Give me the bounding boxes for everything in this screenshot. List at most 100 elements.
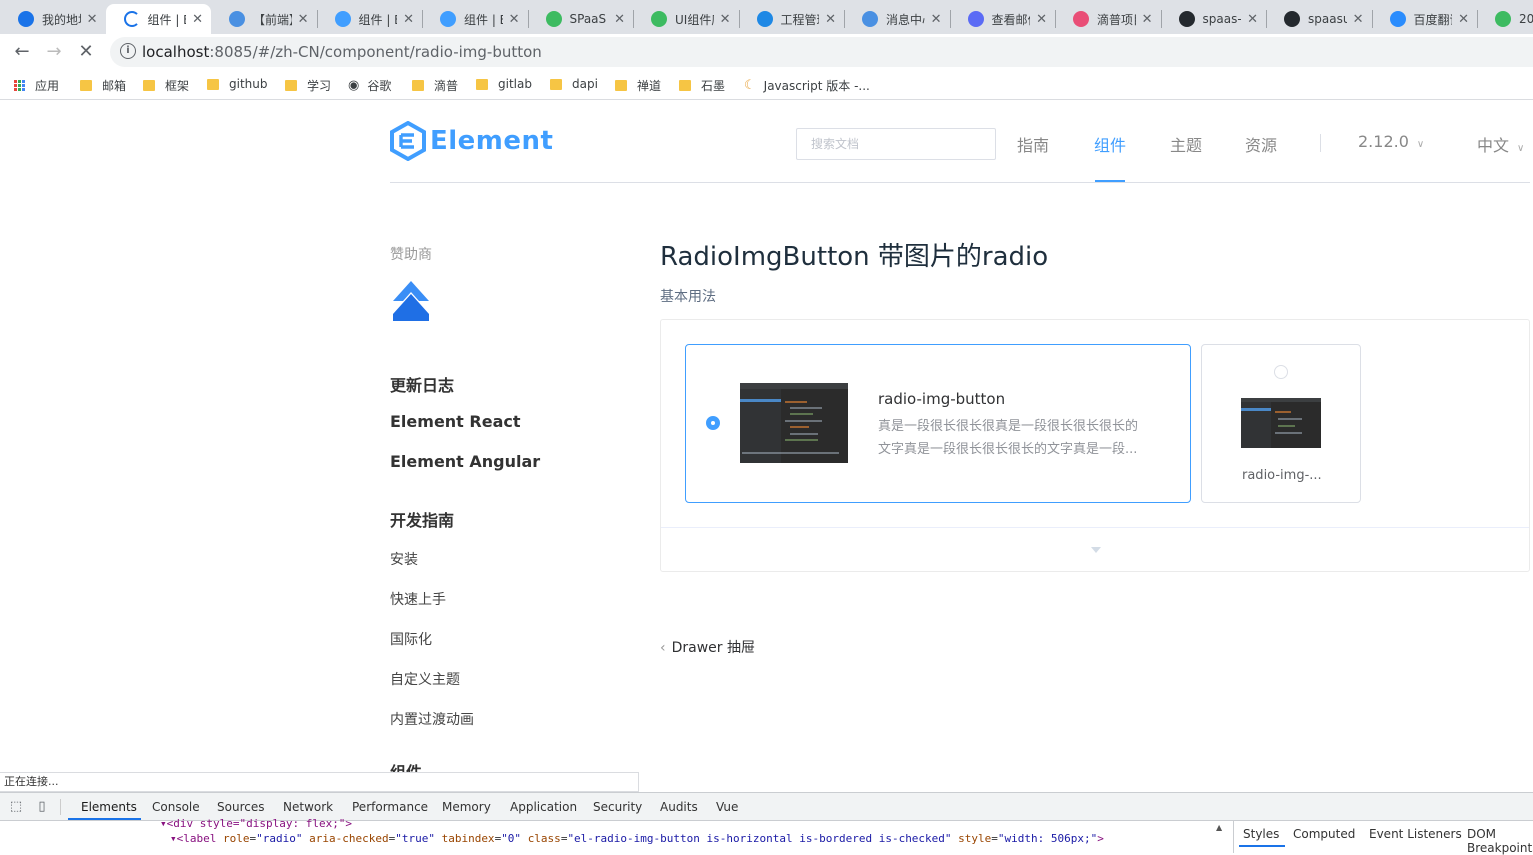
dom-line-div[interactable]: ▾<div style="display: flex;"> (160, 817, 352, 830)
address-bar[interactable]: i localhost:8085/#/zh-CN/component/radio… (110, 37, 1533, 67)
bookmark-label: 谷歌 (367, 79, 392, 93)
browser-tab[interactable]: 组件 | Element ✕ (317, 4, 423, 34)
browser-tab[interactable]: 组件 | Element ✕ (105, 4, 211, 34)
styles-pane-tab[interactable]: Computed (1293, 827, 1355, 841)
tab-favicon-icon (18, 11, 34, 27)
site-info-icon[interactable]: i (120, 43, 136, 59)
devtools-tab-application[interactable]: Application (510, 800, 577, 814)
styles-pane-tab[interactable]: DOM Breakpoints (1467, 827, 1533, 855)
styles-pane-tab[interactable]: Event Listeners (1369, 827, 1462, 841)
browser-tab[interactable]: 20 (1477, 4, 1533, 34)
tab-close-icon[interactable]: ✕ (192, 12, 203, 27)
tab-close-icon[interactable]: ✕ (87, 12, 98, 27)
tab-title: UI组件库 (675, 12, 714, 27)
tab-favicon-icon (1073, 11, 1089, 27)
bookmark-item[interactable]: dapi (550, 77, 598, 91)
tab-close-icon[interactable]: ✕ (614, 12, 625, 27)
devtools-tab-security[interactable]: Security (593, 800, 642, 814)
bookmark-item[interactable]: 石墨 (679, 77, 725, 94)
folder-icon (143, 80, 155, 91)
browser-tab[interactable]: 百度翻译 ✕ (1372, 4, 1478, 34)
option-description: 真是一段很长很长很真是一段很长很长很长的 文字真是一段很长很长很长的文字真是一段… (878, 419, 1139, 457)
tab-close-icon[interactable]: ✕ (825, 12, 836, 27)
devtools-tab-network[interactable]: Network (283, 800, 333, 814)
sponsor-logo[interactable] (392, 281, 430, 325)
device-toolbar-icon[interactable]: ▯ (34, 799, 50, 815)
browser-tab[interactable]: spaas-ui ✕ (1161, 4, 1267, 34)
tab-close-icon[interactable]: ✕ (509, 12, 520, 27)
bookmark-item[interactable]: 邮箱 (80, 77, 126, 94)
radio-img-button-option-1[interactable]: radio-img-button 真是一段很长很长很真是一段很长很长很长的 文字… (685, 344, 1191, 503)
tab-close-icon[interactable]: ✕ (1247, 12, 1258, 27)
devtools-tab-performance[interactable]: Performance (352, 800, 428, 814)
tab-favicon-icon (756, 11, 773, 27)
bookmark-label: github (229, 77, 268, 91)
bookmark-item[interactable]: github (207, 77, 267, 91)
bookmark-label: 滴普 (434, 79, 459, 93)
sidebar-item-custom-theme[interactable]: 自定义主题 (390, 669, 460, 689)
tab-close-icon[interactable]: ✕ (1353, 12, 1364, 27)
tab-title: 【前端】 (253, 12, 292, 27)
devtools-tab-elements[interactable]: Elements (81, 800, 137, 814)
browser-tab[interactable]: 我的地址 ✕ (0, 4, 106, 34)
tab-close-icon[interactable]: ✕ (931, 12, 942, 27)
sidebar-item-changelog[interactable]: 更新日志 (390, 372, 454, 396)
inspect-element-icon[interactable]: ⬚ (8, 799, 24, 815)
devtools-tab-audits[interactable]: Audits (660, 800, 698, 814)
browser-tab[interactable]: spaasui ✕ (1266, 4, 1372, 34)
sidebar-item-transition[interactable]: 内置过渡动画 (390, 709, 474, 729)
bookmark-item[interactable]: ◉ 谷歌 (348, 77, 391, 94)
tab-favicon-icon (123, 11, 140, 27)
devtools-tab-sources[interactable]: Sources (217, 800, 264, 814)
browser-tab[interactable]: SPaaS ✕ (528, 4, 634, 34)
devtools-tab-vue[interactable]: Vue (716, 800, 738, 814)
scroll-up-arrow-icon[interactable]: ▲ (1216, 823, 1222, 832)
browser-tab[interactable]: 消息中心 ✕ (844, 4, 950, 34)
bookmark-item[interactable]: 框架 (143, 77, 189, 94)
demo-expand-toggle[interactable] (661, 527, 1529, 571)
tab-favicon-icon (1495, 11, 1511, 27)
bookmark-item[interactable]: 学习 (285, 77, 331, 94)
prev-page-link[interactable]: ‹ Drawer 抽屉 (660, 637, 755, 657)
tab-close-icon[interactable]: ✕ (1036, 12, 1047, 27)
stop-loading-icon[interactable]: ✕ (74, 40, 98, 64)
bookmark-item[interactable]: gitlab (476, 77, 532, 91)
sidebar-item-i18n[interactable]: 国际化 (390, 629, 432, 649)
folder-icon (80, 80, 92, 91)
tab-close-icon[interactable]: ✕ (720, 12, 731, 27)
forward-arrow-icon[interactable]: → (42, 40, 66, 64)
page-title: RadioImgButton 带图片的radio (660, 242, 1049, 272)
bookmark-item[interactable]: 滴普 (412, 77, 458, 94)
browser-tab[interactable]: 滴普项目 ✕ (1055, 4, 1161, 34)
radio-checked-icon[interactable] (706, 416, 720, 430)
option-title: radio-img-button (878, 390, 1006, 408)
bookmark-item[interactable]: 应用 (14, 77, 59, 94)
bookmark-item[interactable]: 禅道 (615, 77, 661, 94)
devtools-tab-memory[interactable]: Memory (442, 800, 491, 814)
sidebar-item-element-angular[interactable]: Element Angular (390, 452, 540, 471)
page-icon: ☾ (744, 78, 756, 93)
devtools-tab-console[interactable]: Console (152, 800, 200, 814)
browser-tab[interactable]: 【前端】 ✕ (211, 4, 317, 34)
tab-close-icon[interactable]: ✕ (1458, 12, 1469, 27)
tab-close-icon[interactable]: ✕ (1142, 12, 1153, 27)
styles-pane-tab[interactable]: Styles (1243, 827, 1279, 841)
browser-tab[interactable]: 查看邮件 ✕ (950, 4, 1056, 34)
demo-block: radio-img-button 真是一段很长很长很真是一段很长很长很长的 文字… (660, 319, 1530, 572)
sidebar-item-install[interactable]: 安装 (390, 549, 418, 569)
tab-separator (1160, 10, 1162, 28)
browser-tab[interactable]: UI组件库 ✕ (633, 4, 739, 34)
tab-close-icon[interactable]: ✕ (298, 12, 309, 27)
bookmark-item[interactable]: ☾ Javascript 版本 -... (744, 77, 870, 94)
back-arrow-icon[interactable]: ← (10, 40, 34, 64)
sidebar-item-element-react[interactable]: Element React (390, 412, 521, 431)
browser-tab[interactable]: 组件 | Element ✕ (422, 4, 528, 34)
sidebar-item-quickstart[interactable]: 快速上手 (390, 589, 446, 609)
browser-tab[interactable]: 工程管理 ✕ (739, 4, 845, 34)
radio-img-button-option-2[interactable]: radio-img-... (1201, 344, 1361, 503)
dom-line-label[interactable]: ▾<label role="radio" aria-checked="true"… (170, 832, 1104, 845)
radio-unchecked-icon[interactable] (1274, 365, 1288, 379)
folder-icon (412, 80, 424, 91)
tab-close-icon[interactable]: ✕ (403, 12, 414, 27)
bookmark-label: 邮箱 (102, 79, 127, 93)
